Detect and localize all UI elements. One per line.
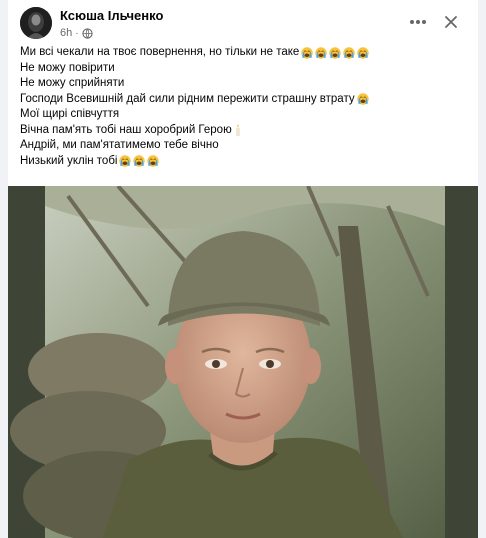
post-line: Не можу сприйняти xyxy=(20,76,470,92)
post-line: Андрій, ми пам'ятатимемо тебе вічно xyxy=(20,138,470,154)
post-meta: 6h · xyxy=(60,27,93,39)
post-line-text: Господи Всевишній дай сили рідним пережи… xyxy=(20,92,355,105)
candle-emoji-icon xyxy=(234,124,242,136)
globe-icon xyxy=(81,27,93,39)
post-line-text: Вічна пам'ять тобі наш хоробрий Герою xyxy=(20,123,232,136)
loudly-crying-face-emoji-icon xyxy=(119,155,131,167)
post-header: Ксюша Ільченко 6h · xyxy=(8,0,478,44)
post-line: Ми всі чекали на твоє повернення, но тіл… xyxy=(20,45,470,61)
loudly-crying-face-emoji-icon xyxy=(357,47,369,59)
post-line: Вічна пам'ять тобі наш хоробрий Герою xyxy=(20,123,470,139)
post-line: Не можу повірити xyxy=(20,61,470,77)
meta-separator: · xyxy=(75,27,79,39)
author-avatar[interactable] xyxy=(20,7,52,39)
loudly-crying-face-emoji-icon xyxy=(133,155,145,167)
more-options-icon[interactable] xyxy=(406,12,430,32)
author-name[interactable]: Ксюша Ільченко xyxy=(60,8,163,23)
close-icon[interactable] xyxy=(440,11,462,33)
post-line-text: Низький уклін тобі xyxy=(20,154,118,167)
loudly-crying-face-emoji-icon xyxy=(301,47,313,59)
post-line-text: Не можу повірити xyxy=(20,61,115,74)
loudly-crying-face-emoji-icon xyxy=(329,47,341,59)
post-line-text: Мої щирі співчуття xyxy=(20,108,120,120)
post-line: Мої щирі співчуття xyxy=(20,107,470,123)
loudly-crying-face-emoji-icon xyxy=(343,47,355,59)
post-line-text: Ми всі чекали на твоє повернення, но тіл… xyxy=(20,46,300,58)
post-text: Ми всі чекали на твоє повернення, но тіл… xyxy=(20,45,470,169)
loudly-crying-face-emoji-icon xyxy=(147,155,159,167)
post-time[interactable]: 6h xyxy=(60,27,72,39)
post-line: Господи Всевишній дай сили рідним пережи… xyxy=(20,92,470,108)
post-card: Ксюша Ільченко 6h · Ми всі чекали на тво… xyxy=(8,0,478,538)
post-line-text: Не можу сприйняти xyxy=(20,77,125,89)
post-line-text: Андрій, ми пам'ятатимемо тебе вічно xyxy=(20,139,219,151)
loudly-crying-face-emoji-icon xyxy=(315,47,327,59)
post-photo[interactable] xyxy=(8,186,478,538)
post-line: Низький уклін тобі xyxy=(20,154,470,170)
loudly-crying-face-emoji-icon xyxy=(357,93,369,105)
